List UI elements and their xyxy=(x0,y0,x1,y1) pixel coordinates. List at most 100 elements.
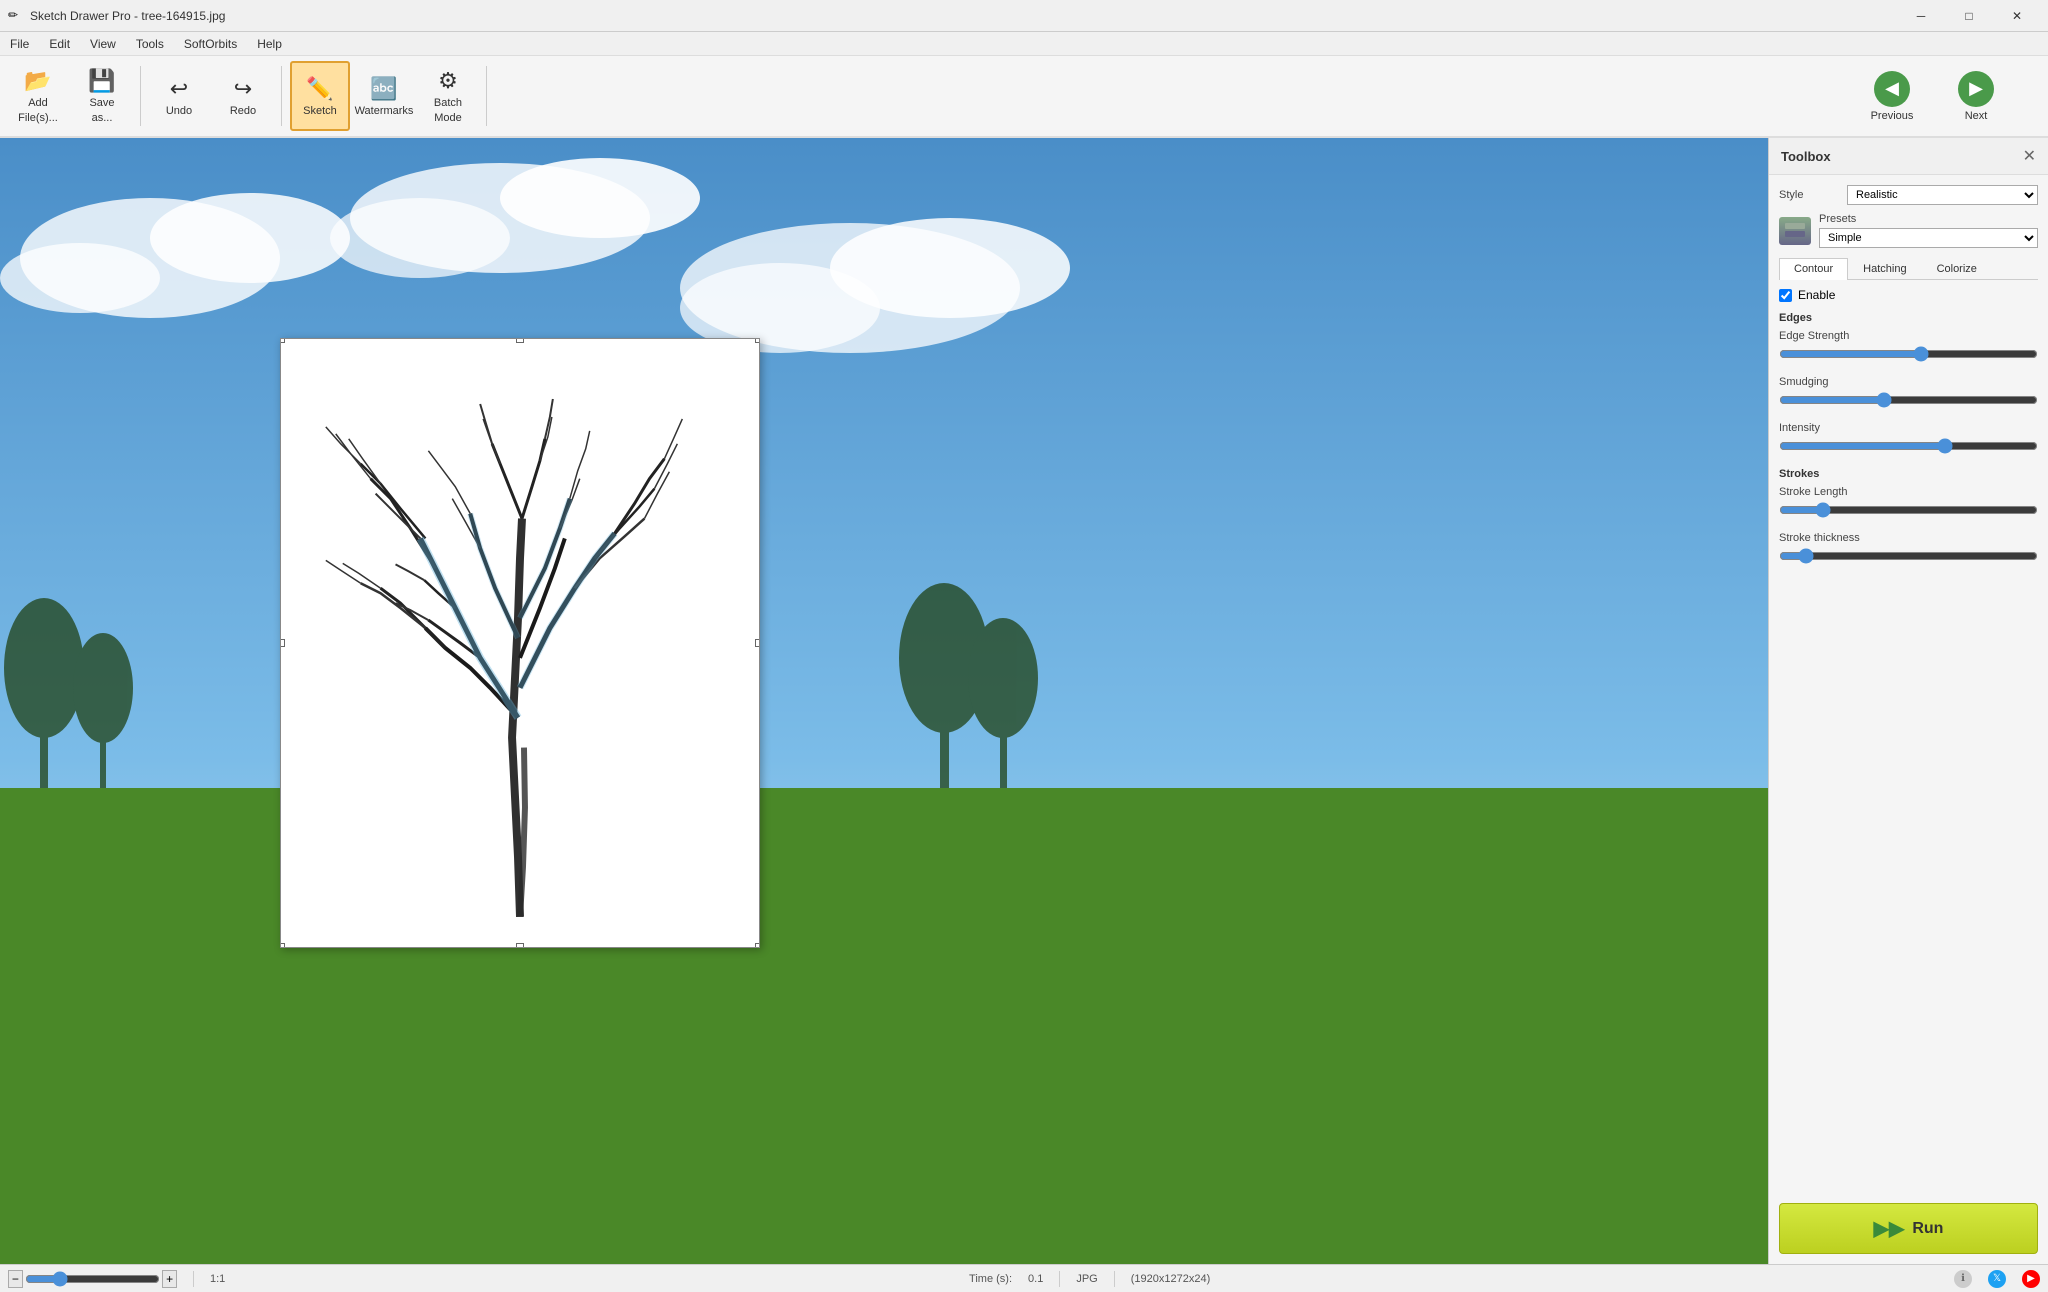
smudging-label: Smudging xyxy=(1779,376,2038,388)
handle-top-mid[interactable] xyxy=(516,338,524,343)
toolbox-close-button[interactable]: ✕ xyxy=(2023,146,2036,166)
presets-section: Presets Simple xyxy=(1779,213,2038,248)
tab-hatching[interactable]: Hatching xyxy=(1848,258,1921,279)
enable-label[interactable]: Enable xyxy=(1798,288,1835,302)
redo-button[interactable]: ↪ Redo xyxy=(213,61,273,131)
intensity-slider[interactable] xyxy=(1779,437,2038,455)
undo-label: Undo xyxy=(166,105,192,117)
handle-bottom-right[interactable] xyxy=(755,943,760,948)
sketch-button[interactable]: ✏️ Sketch xyxy=(290,61,350,131)
sketch-label: Sketch xyxy=(303,105,337,117)
handle-top-left[interactable] xyxy=(280,338,285,343)
status-separator-3 xyxy=(1114,1271,1115,1287)
sketch-icon: ✏️ xyxy=(306,76,333,102)
background-image xyxy=(0,138,1768,1264)
save-as-button[interactable]: 💾 Save as... xyxy=(72,61,132,131)
save-icon: 💾 xyxy=(88,68,115,94)
next-button[interactable]: ▶ Next xyxy=(1936,61,2016,131)
presets-svg-icon xyxy=(1783,221,1807,241)
save-label: Save xyxy=(89,97,114,109)
toolbar-separator-3 xyxy=(486,66,487,126)
handle-right-mid[interactable] xyxy=(755,639,760,647)
stroke-thickness-slider[interactable] xyxy=(1779,547,2038,565)
stroke-length-label: Stroke Length xyxy=(1779,486,2038,498)
stroke-length-group: Stroke Length xyxy=(1779,486,2038,522)
toolbox-body: Style Realistic Presets Simple xyxy=(1769,175,2048,1193)
menu-softorbits[interactable]: SoftOrbits xyxy=(174,32,247,55)
batch-label2: Mode xyxy=(434,112,462,124)
tree-sketch-svg xyxy=(281,339,759,947)
style-label: Style xyxy=(1779,189,1839,201)
menu-edit[interactable]: Edit xyxy=(39,32,80,55)
window-title: Sketch Drawer Pro - tree-164915.jpg xyxy=(30,9,1898,23)
edges-section-heading: Edges xyxy=(1779,312,2038,324)
watermarks-label: Watermarks xyxy=(355,105,414,117)
maximize-button[interactable]: □ xyxy=(1946,1,1992,31)
window-controls: ─ □ ✕ xyxy=(1898,1,2040,31)
status-separator-2 xyxy=(1059,1271,1060,1287)
zoom-control: − + xyxy=(8,1270,177,1288)
toolbar-separator-1 xyxy=(140,66,141,126)
previous-button[interactable]: ◀ Previous xyxy=(1852,61,1932,131)
zoom-level: 1:1 xyxy=(210,1273,225,1285)
canvas-area[interactable] xyxy=(0,138,1768,1264)
file-format: JPG xyxy=(1076,1273,1097,1285)
watermarks-button[interactable]: 🔤 Watermarks xyxy=(354,61,414,131)
intensity-group: Intensity xyxy=(1779,422,2038,458)
undo-icon: ↩ xyxy=(170,76,188,102)
next-label: Next xyxy=(1965,110,1988,122)
close-button[interactable]: ✕ xyxy=(1994,1,2040,31)
handle-top-right[interactable] xyxy=(755,338,760,343)
youtube-icon[interactable]: ▶ xyxy=(2022,1270,2040,1288)
save-label2: as... xyxy=(92,112,113,124)
presets-label: Presets xyxy=(1819,213,2038,225)
tab-colorize[interactable]: Colorize xyxy=(1922,258,1992,279)
add-files-label2: File(s)... xyxy=(18,112,58,124)
handle-left-mid[interactable] xyxy=(280,639,285,647)
toolbox-header: Toolbox ✕ xyxy=(1769,138,2048,175)
tabs: Contour Hatching Colorize xyxy=(1779,258,2038,280)
minimize-button[interactable]: ─ xyxy=(1898,1,1944,31)
run-label: Run xyxy=(1912,1220,1943,1238)
batch-icon: ⚙ xyxy=(438,68,458,94)
time-value: 0.1 xyxy=(1028,1273,1043,1285)
status-bar: − + 1:1 Time (s): 0.1 JPG (1920x1272x24)… xyxy=(0,1264,2048,1292)
add-files-button[interactable]: 📂 Add File(s)... xyxy=(8,61,68,131)
info-button[interactable]: ℹ xyxy=(1954,1270,1972,1288)
enable-checkbox[interactable] xyxy=(1779,289,1792,302)
batch-mode-button[interactable]: ⚙ Batch Mode xyxy=(418,61,478,131)
style-row: Style Realistic xyxy=(1779,185,2038,205)
handle-bottom-mid[interactable] xyxy=(516,943,524,948)
undo-button[interactable]: ↩ Undo xyxy=(149,61,209,131)
smudging-slider[interactable] xyxy=(1779,391,2038,409)
twitter-icon[interactable]: 𝕏 xyxy=(1988,1270,2006,1288)
stroke-thickness-label: Stroke thickness xyxy=(1779,532,2038,544)
previous-label: Previous xyxy=(1871,110,1914,122)
handle-bottom-left[interactable] xyxy=(280,943,285,948)
time-label: Time (s): xyxy=(969,1273,1012,1285)
smudging-group: Smudging xyxy=(1779,376,2038,412)
edge-strength-slider[interactable] xyxy=(1779,345,2038,363)
toolbar: 📂 Add File(s)... 💾 Save as... ↩ Undo ↪ R… xyxy=(0,56,2048,138)
sketch-canvas xyxy=(280,338,760,948)
zoom-slider[interactable] xyxy=(25,1270,160,1288)
tab-contour[interactable]: Contour xyxy=(1779,258,1848,280)
zoom-out-button[interactable]: − xyxy=(8,1270,23,1288)
style-select[interactable]: Realistic xyxy=(1847,185,2038,205)
presets-select[interactable]: Simple xyxy=(1819,228,2038,248)
status-separator-1 xyxy=(193,1271,194,1287)
menu-view[interactable]: View xyxy=(80,32,126,55)
stroke-length-slider[interactable] xyxy=(1779,501,2038,519)
intensity-label: Intensity xyxy=(1779,422,2038,434)
run-arrow-icon: ▶▶ xyxy=(1874,1216,1905,1241)
menu-file[interactable]: File xyxy=(0,32,39,55)
zoom-in-button[interactable]: + xyxy=(162,1270,177,1288)
edge-strength-label: Edge Strength xyxy=(1779,330,2038,342)
menu-help[interactable]: Help xyxy=(247,32,292,55)
run-button[interactable]: ▶▶ Run xyxy=(1779,1203,2038,1254)
redo-icon: ↪ xyxy=(234,76,252,102)
menu-tools[interactable]: Tools xyxy=(126,32,174,55)
app-icon: ✏ xyxy=(8,8,24,24)
main-layout: Toolbox ✕ Style Realistic xyxy=(0,138,2048,1264)
image-dimensions: (1920x1272x24) xyxy=(1131,1273,1211,1285)
